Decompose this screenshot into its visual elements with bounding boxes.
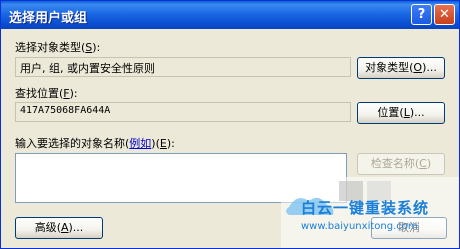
object-names-label-text: 输入要选择的对象名称 [15, 137, 125, 150]
check-names-button-hotkey: C [419, 157, 427, 170]
object-type-label-text: 选择对象类型 [15, 41, 81, 54]
object-types-button-hotkey: O [413, 61, 423, 74]
object-names-hotkey: E [159, 137, 167, 150]
window-title: 选择用户或组 [9, 11, 88, 26]
object-type-label: 选择对象类型(S): [15, 41, 101, 54]
object-names-label: 输入要选择的对象名称(例如)(E): [15, 137, 175, 150]
locations-button-label: 位置 [377, 106, 400, 119]
watermark-title: 白云一键重装系统 [301, 199, 430, 217]
title-bar[interactable]: 选择用户或组 ? ✕ [1, 1, 459, 29]
object-type-field: 用户, 组, 或内置安全性原则 [15, 57, 351, 77]
advanced-button-label: 高级 [34, 221, 57, 234]
close-icon[interactable]: ✕ [434, 4, 455, 25]
location-label-text: 查找位置 [15, 87, 59, 100]
object-type-hotkey: S [85, 41, 93, 54]
location-hotkey: F [63, 87, 70, 100]
select-users-groups-dialog: 选择用户或组 ? ✕ 选择对象类型(S): 用户, 组, 或内置安全性原则 对象… [0, 0, 460, 249]
watermark-url: www.baiyunxitong.com [301, 221, 418, 232]
check-names-button[interactable]: 检查名称(C) [357, 153, 445, 175]
object-types-button-label: 对象类型 [365, 61, 410, 74]
help-icon[interactable]: ? [411, 4, 432, 25]
location-field: 417A75068FA644A [15, 102, 351, 122]
locations-button[interactable]: 位置(L)... [357, 102, 445, 124]
locations-button-hotkey: L [403, 106, 410, 119]
check-names-button-label: 检查名称 [370, 157, 415, 170]
object-types-button[interactable]: 对象类型(O)... [357, 57, 445, 79]
advanced-button-hotkey: A [60, 221, 69, 234]
location-label: 查找位置(F): [15, 87, 78, 100]
examples-link[interactable]: 例如 [129, 137, 151, 150]
advanced-button[interactable]: 高级(A)... [15, 217, 103, 239]
